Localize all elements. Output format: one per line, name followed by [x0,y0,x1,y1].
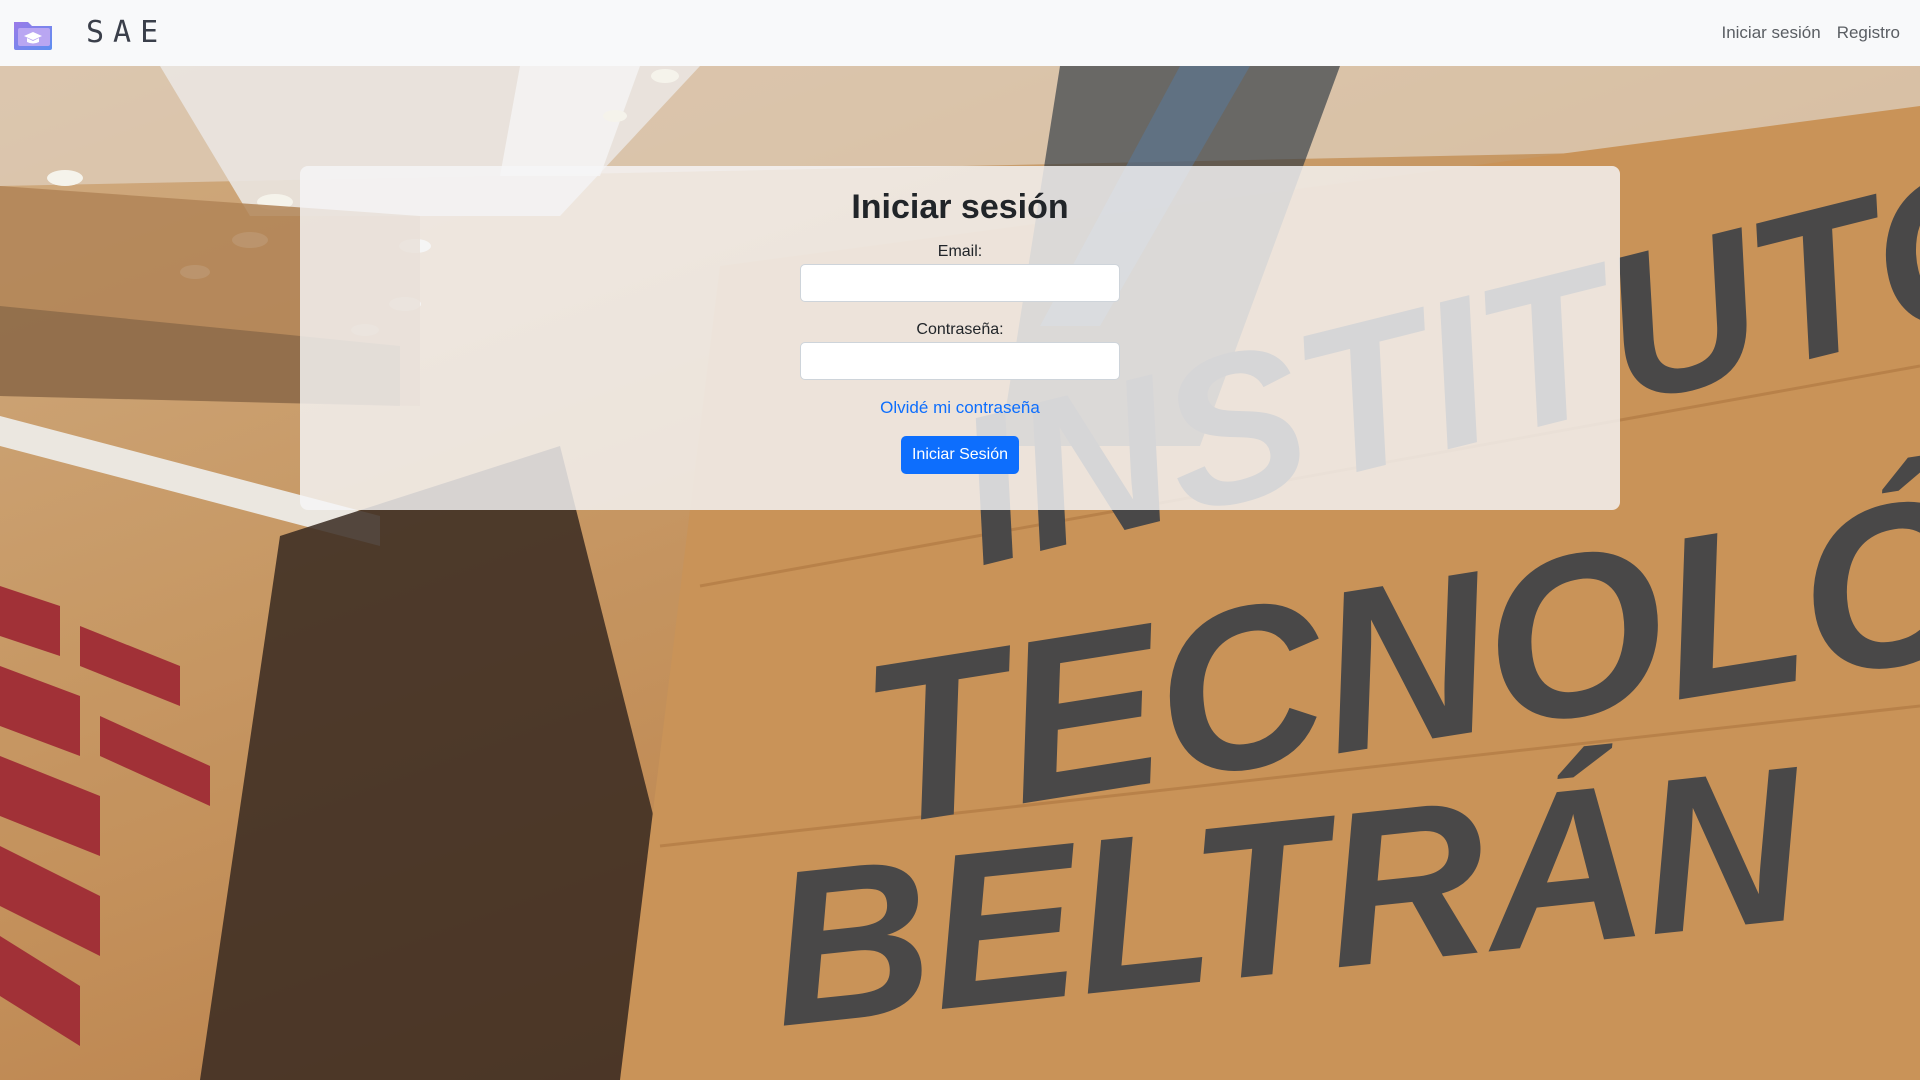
email-label: Email: [937,243,983,260]
password-field[interactable] [800,342,1120,380]
nav-register-link[interactable]: Registro [1837,23,1900,43]
password-label: Contraseña: [916,321,1004,338]
navbar: SAE Iniciar sesión Registro [0,0,1920,66]
login-card: Iniciar sesión Email: Contraseña: Olvidé… [300,166,1620,510]
brand-name[interactable]: SAE [86,15,167,51]
folder-graduation-cap-icon[interactable] [12,16,54,52]
nav-login-link[interactable]: Iniciar sesión [1721,23,1820,43]
page-title: Iniciar sesión [851,188,1069,226]
email-field[interactable] [800,264,1120,302]
forgot-password-link[interactable]: Olvidé mi contraseña [300,397,1620,419]
login-submit-button[interactable]: Iniciar Sesión [901,436,1019,474]
nav-links: Iniciar sesión Registro [1721,0,1900,66]
